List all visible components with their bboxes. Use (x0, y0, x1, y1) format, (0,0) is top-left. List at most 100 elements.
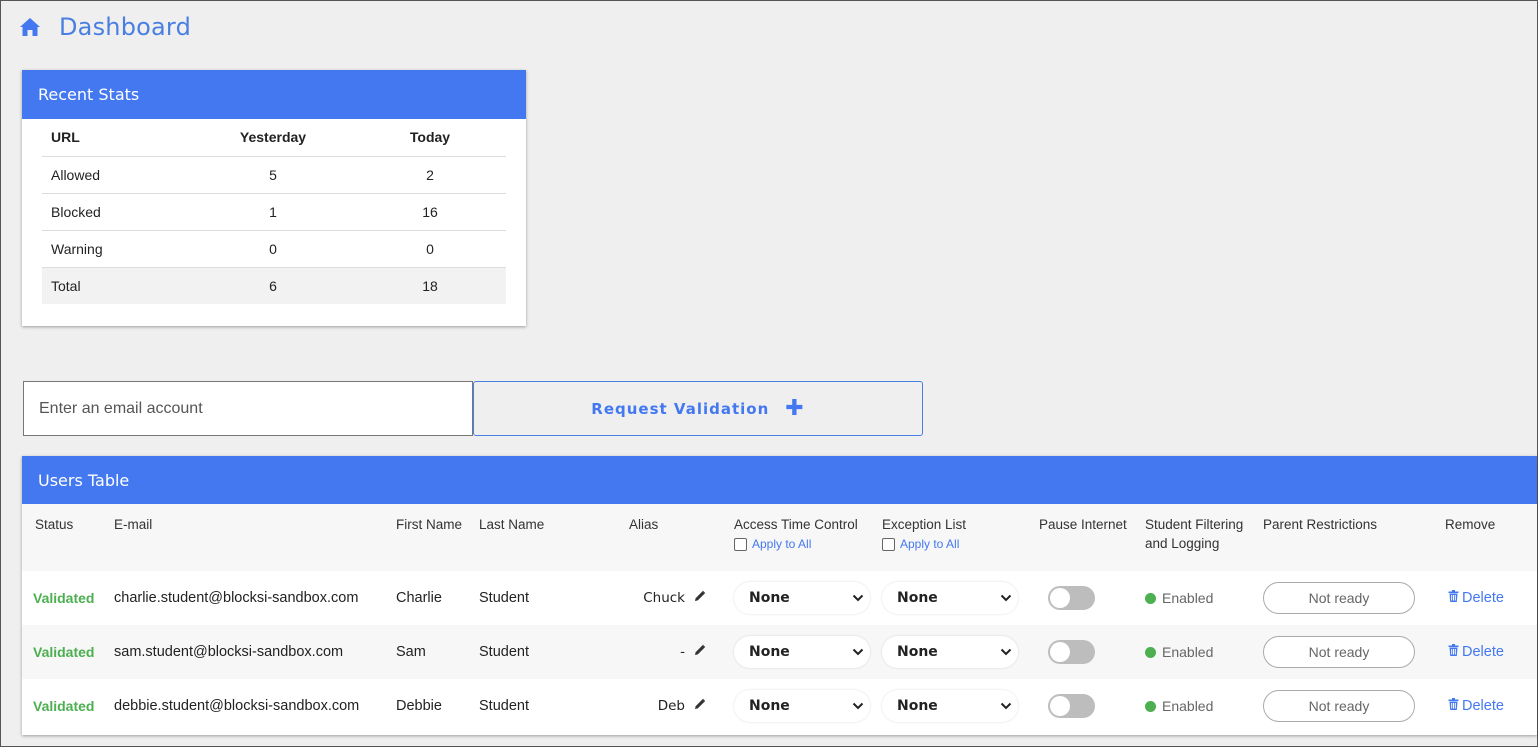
exception-cell: None (882, 679, 1018, 733)
exception-apply-all-label[interactable]: Apply to All (900, 535, 959, 554)
exception-apply-all-checkbox[interactable] (882, 538, 895, 551)
header-pause-internet: Pause Internet (1039, 517, 1127, 532)
last-name-cell: Student (479, 590, 529, 606)
pause-internet-toggle[interactable] (1048, 694, 1095, 718)
first-name-cell: Sam (396, 644, 426, 660)
email-cell: sam.student@blocksi-sandbox.com (114, 644, 344, 660)
page-title: Dashboard (59, 13, 192, 41)
exception-value: None (897, 698, 938, 714)
exception-select[interactable]: None (882, 690, 1018, 722)
table-row: Validated sam.student@blocksi-sandbox.co… (22, 625, 1537, 679)
exception-select[interactable]: None (882, 636, 1018, 668)
delete-button[interactable]: Delete (1448, 625, 1504, 679)
pause-internet-cell (1048, 625, 1095, 679)
trash-icon (1448, 644, 1459, 660)
table-row: Validated charlie.student@blocksi-sandbo… (22, 571, 1537, 625)
users-table-title: Users Table (22, 456, 1537, 504)
stats-today: 18 (354, 267, 506, 304)
alias-cell: Deb (582, 679, 706, 733)
header-email: E-mail (114, 517, 153, 532)
filtering-cell: Enabled (1145, 571, 1213, 625)
chevron-down-icon (852, 590, 864, 606)
access-time-cell: None (734, 571, 870, 625)
stats-row-blocked: Blocked 1 16 (42, 193, 506, 231)
access-time-select[interactable]: None (734, 582, 870, 614)
header-exception-list: Exception List Apply to All (882, 515, 966, 554)
request-validation-button[interactable]: Request Validation ✚ (473, 381, 923, 436)
toggle-knob (1050, 642, 1070, 662)
last-name-cell: Student (479, 698, 529, 714)
home-icon[interactable] (19, 17, 41, 37)
table-row: Validated debbie.student@blocksi-sandbox… (22, 679, 1537, 733)
access-time-select[interactable]: None (734, 690, 870, 722)
recent-stats-table: URL Yesterday Today Allowed 5 2 Blocked … (42, 119, 506, 304)
stats-yesterday: 0 (192, 230, 354, 268)
alias-cell: - (582, 625, 706, 679)
status-badge: Validated (33, 644, 95, 660)
header-access-time-control: Access Time Control Apply to All (734, 515, 858, 554)
access-apply-all[interactable]: Apply to All (734, 535, 858, 554)
chevron-down-icon (852, 698, 864, 714)
email-cell: charlie.student@blocksi-sandbox.com (114, 590, 359, 606)
exception-cell: None (882, 571, 1018, 625)
stats-label: Warning (42, 230, 192, 268)
page-header: Dashboard (19, 13, 191, 41)
pencil-icon[interactable] (694, 644, 706, 660)
email-cell: debbie.student@blocksi-sandbox.com (114, 698, 360, 714)
email-input[interactable] (23, 381, 473, 436)
delete-label: Delete (1462, 698, 1504, 714)
access-time-select[interactable]: None (734, 636, 870, 668)
first-name-cell: Debbie (396, 698, 442, 714)
chevron-down-icon (1000, 698, 1012, 714)
pause-internet-toggle[interactable] (1048, 640, 1095, 664)
alias-value: Chuck (643, 590, 685, 606)
header-access-time-label: Access Time Control (734, 517, 858, 532)
pencil-icon[interactable] (694, 698, 706, 714)
parent-restrictions-cell: Not ready (1263, 679, 1415, 733)
chevron-down-icon (1000, 590, 1012, 606)
pause-internet-cell (1048, 571, 1095, 625)
trash-icon (1448, 590, 1459, 606)
status-dot-icon (1145, 592, 1156, 604)
stats-today: 2 (354, 156, 506, 194)
plus-icon: ✚ (785, 395, 805, 421)
stats-today: 0 (354, 230, 506, 268)
access-time-value: None (749, 698, 790, 714)
users-table-header: Status E-mail First Name Last Name Alias… (22, 504, 1537, 571)
access-time-cell: None (734, 625, 870, 679)
access-apply-all-checkbox[interactable] (734, 538, 747, 551)
header-first-name: First Name (396, 517, 463, 532)
pause-internet-toggle[interactable] (1048, 586, 1095, 610)
exception-value: None (897, 644, 938, 660)
exception-value: None (897, 590, 938, 606)
header-filtering-line1: Student Filtering (1145, 517, 1244, 532)
delete-label: Delete (1462, 590, 1504, 606)
parent-restrictions-button[interactable]: Not ready (1263, 690, 1415, 722)
first-name-cell: Charlie (396, 590, 442, 606)
parent-restrictions-button[interactable]: Not ready (1263, 582, 1415, 614)
header-student-filtering: Student Filtering and Logging (1145, 515, 1243, 553)
stats-label: Blocked (42, 193, 192, 231)
stats-header-today: Today (354, 119, 506, 157)
chevron-down-icon (1000, 644, 1012, 660)
exception-apply-all[interactable]: Apply to All (882, 535, 966, 554)
status-dot-icon (1145, 646, 1156, 658)
stats-yesterday: 5 (192, 156, 354, 194)
stats-header-url: URL (42, 119, 192, 157)
trash-icon (1448, 698, 1459, 714)
header-parent-restrictions: Parent Restrictions (1263, 517, 1378, 532)
header-exception-label: Exception List (882, 517, 967, 532)
stats-row-warning: Warning 0 0 (42, 230, 506, 268)
pencil-icon[interactable] (694, 590, 706, 606)
filtering-value: Enabled (1162, 644, 1214, 660)
delete-button[interactable]: Delete (1448, 571, 1504, 625)
exception-select[interactable]: None (882, 582, 1018, 614)
stats-label: Total (42, 267, 192, 304)
stats-today: 16 (354, 193, 506, 231)
stats-label: Allowed (42, 156, 192, 194)
parent-restrictions-button[interactable]: Not ready (1263, 636, 1415, 668)
filtering-cell: Enabled (1145, 679, 1213, 733)
delete-button[interactable]: Delete (1448, 679, 1504, 733)
status-badge: Validated (33, 590, 95, 606)
access-apply-all-label[interactable]: Apply to All (752, 535, 811, 554)
